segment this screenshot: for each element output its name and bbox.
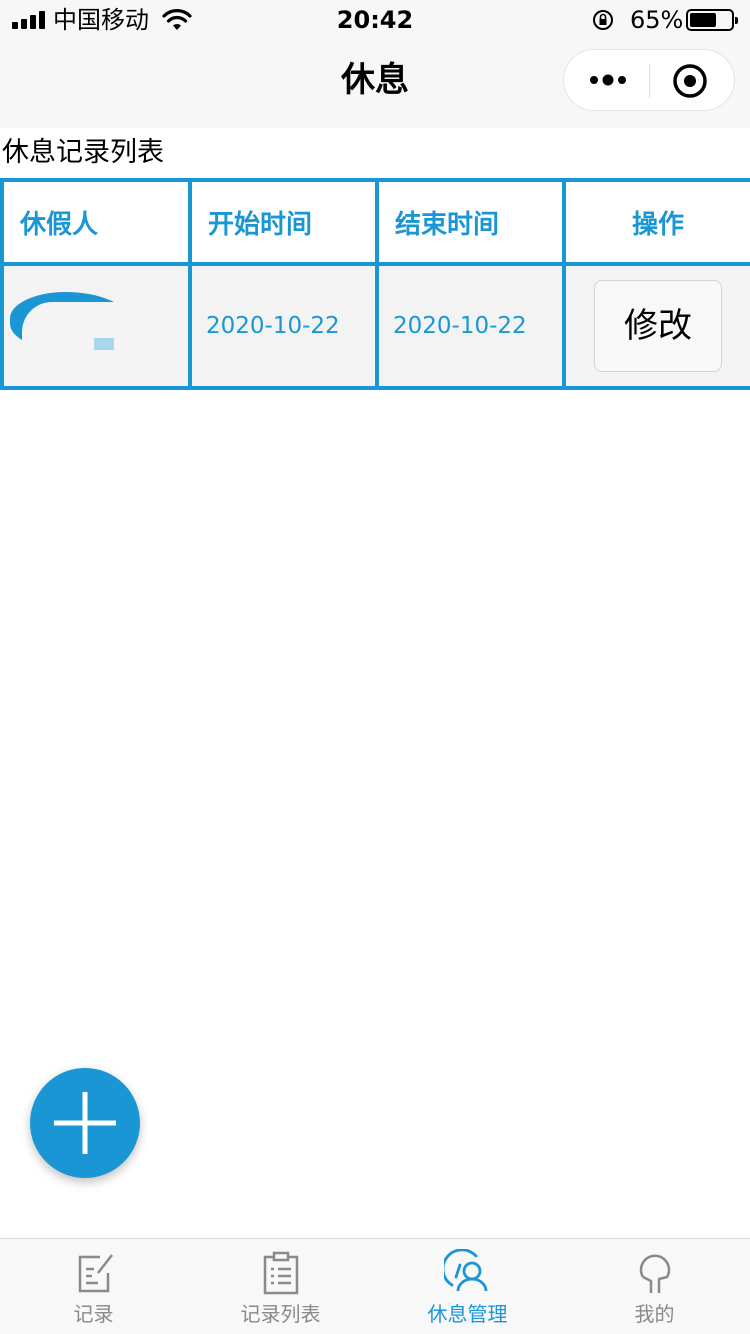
section-title: 休息记录列表	[2, 137, 164, 168]
status-bar: 中国移动 20:42 65%	[0, 0, 750, 40]
rotation-lock-icon	[593, 10, 613, 30]
capsule-divider	[649, 64, 650, 98]
profile-icon	[639, 1254, 670, 1293]
table-header-row: 休假人 开始时间 结束时间 操作	[0, 178, 750, 266]
mini-program-capsule	[563, 49, 735, 111]
cell-start-date: 2020-10-22	[188, 262, 379, 390]
header-person: 休假人	[0, 178, 192, 266]
header-end-time: 结束时间	[375, 178, 566, 266]
more-icon[interactable]	[586, 64, 630, 96]
battery-icon	[686, 9, 738, 31]
plus-icon	[54, 1092, 116, 1154]
header-start-time: 开始时间	[188, 178, 379, 266]
redacted-name	[10, 286, 168, 366]
header-action: 操作	[562, 178, 750, 266]
rest-records-table: 休假人 开始时间 结束时间 操作 2020-10-22 2020-10-22 修…	[0, 178, 750, 390]
tab-rest-management[interactable]: 休息管理	[374, 1239, 561, 1334]
cell-person	[0, 262, 192, 390]
tab-label: 记录列表	[240, 1302, 321, 1326]
table-row: 2020-10-22 2020-10-22 修改	[0, 262, 750, 390]
tab-label: 我的	[634, 1302, 675, 1326]
cell-end-date: 2020-10-22	[375, 262, 566, 390]
close-target-icon[interactable]	[672, 63, 708, 99]
battery-percent: 65%	[630, 6, 684, 34]
tab-bar: 记录 记录列表 休息管理 我的	[0, 1238, 750, 1334]
edit-note-icon	[78, 1254, 113, 1293]
cell-action: 修改	[562, 262, 750, 390]
clipboard-list-icon	[263, 1251, 298, 1295]
tab-record-list[interactable]: 记录列表	[187, 1239, 374, 1334]
tab-mine[interactable]: 我的	[561, 1239, 748, 1334]
tab-record[interactable]: 记录	[0, 1239, 187, 1334]
tab-label: 记录	[73, 1302, 114, 1326]
tab-label: 休息管理	[427, 1302, 508, 1326]
user-manage-icon	[443, 1249, 487, 1292]
add-button[interactable]	[30, 1068, 140, 1178]
nav-bar: 休息	[0, 40, 750, 128]
edit-button[interactable]: 修改	[594, 280, 722, 372]
